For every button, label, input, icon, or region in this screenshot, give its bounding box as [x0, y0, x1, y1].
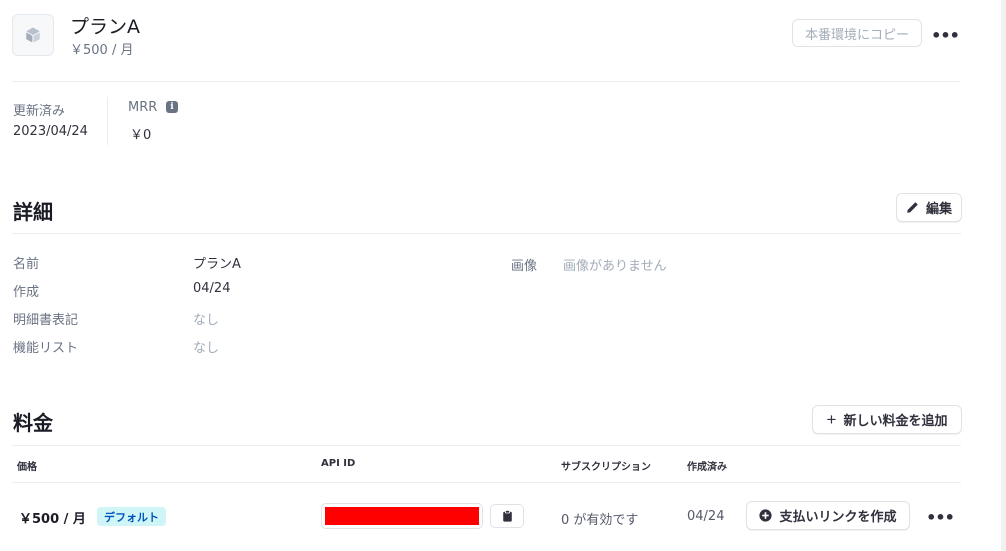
copy-to-live-button[interactable]: 本番環境にコピー: [792, 19, 922, 47]
statement-descriptor-value: なし: [193, 313, 220, 328]
stats-divider: [107, 97, 108, 145]
name-label: 名前: [13, 257, 40, 272]
mrr-label: MRR: [128, 100, 158, 115]
edit-button-label: 編集: [925, 201, 952, 216]
statement-descriptor-label: 明細書表記: [13, 313, 79, 328]
details-divider: [12, 233, 961, 234]
add-price-button[interactable]: + 新しい料金を追加: [812, 405, 962, 434]
column-header-subscriptions: サブスクリプション: [561, 462, 651, 473]
plus-circle-icon: [759, 509, 773, 522]
cube-icon: [26, 27, 40, 43]
api-id-redacted: [325, 507, 479, 525]
name-value: プランA: [193, 257, 241, 272]
image-label: 画像: [511, 259, 538, 274]
row-subscriptions: 0 が有効です: [561, 513, 639, 528]
details-section-title: 詳細: [13, 200, 53, 224]
clipboard-icon: [502, 510, 512, 522]
default-badge: デフォルト: [97, 507, 166, 526]
page-title: プランA: [70, 16, 140, 38]
column-header-api-id: API ID: [321, 458, 356, 469]
product-icon: [12, 14, 54, 56]
pricing-divider: [12, 445, 961, 446]
pencil-icon: [907, 202, 918, 213]
add-price-button-label: 新しい料金を追加: [843, 413, 948, 428]
pricing-section-title: 料金: [13, 411, 53, 435]
column-header-created: 作成済み: [687, 462, 727, 473]
feature-list-label: 機能リスト: [13, 341, 79, 356]
create-payment-link-button[interactable]: 支払いリンクを作成: [746, 501, 910, 530]
copy-api-id-button[interactable]: [490, 504, 524, 528]
mrr-value: ￥0: [130, 128, 152, 143]
info-icon[interactable]: i: [166, 101, 178, 113]
created-label: 作成: [13, 285, 40, 300]
api-id-field[interactable]: [321, 503, 483, 529]
header-more-icon[interactable]: •••: [931, 24, 960, 46]
updated-value: 2023/04/24: [13, 124, 88, 139]
row-created: 04/24: [687, 509, 725, 524]
row-more-icon[interactable]: •••: [926, 506, 955, 528]
column-header-price: 価格: [17, 462, 37, 473]
created-value: 04/24: [193, 281, 231, 296]
scrollbar[interactable]: [1001, 0, 1006, 551]
plus-icon: +: [826, 410, 837, 429]
image-value: 画像がありません: [563, 259, 667, 274]
header-divider: [12, 81, 960, 82]
updated-label: 更新済み: [13, 104, 66, 119]
feature-list-value: なし: [193, 341, 220, 356]
edit-button[interactable]: 編集: [896, 193, 962, 222]
table-header-divider: [12, 482, 961, 483]
page-subtitle-price: ￥500 / 月: [70, 43, 134, 58]
row-price: ￥500 / 月: [19, 512, 86, 527]
create-payment-link-label: 支払いリンクを作成: [779, 509, 897, 524]
